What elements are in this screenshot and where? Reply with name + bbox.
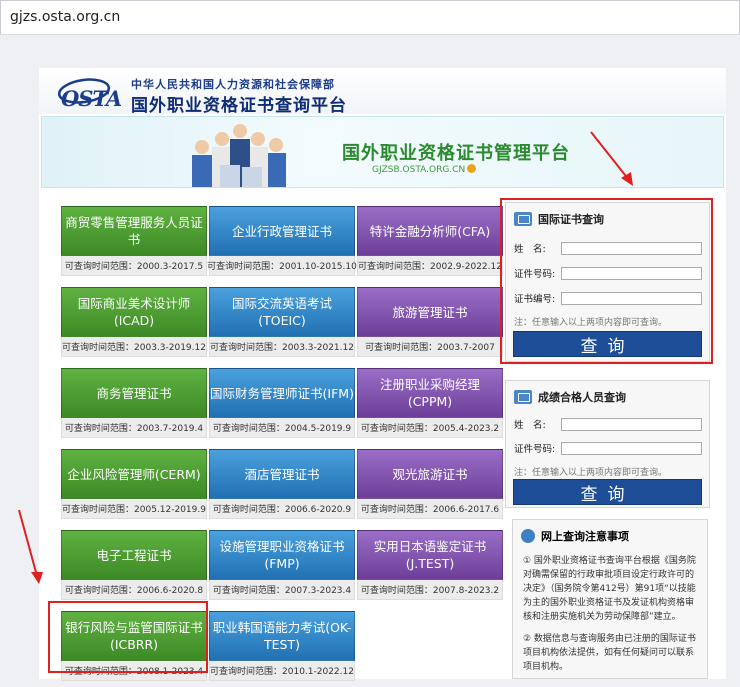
- notice-paragraph-2: ② 数据信息与查询服务由已注册的国际证书项目机构依法提供，如有任何疑问可以联系项…: [523, 634, 696, 672]
- score-name-label: 姓 名:: [514, 420, 546, 431]
- certificate-button[interactable]: 职业韩国语能力考试(OK-TEST): [209, 611, 355, 661]
- certificate-item: 商务管理证书 可查询时间范围：2003.7-2019.4: [61, 368, 207, 444]
- certificate-item: 酒店管理证书 可查询时间范围：2006.6-2020.9: [209, 449, 355, 525]
- red-arrow-icon: [590, 131, 633, 186]
- certificate-item: 国际商业美术设计师(ICAD) 可查询时间范围：2003.3-2019.12: [61, 287, 207, 363]
- certificate-item: 注册职业采购经理(CPPM) 可查询时间范围：2005.4-2023.2: [357, 368, 503, 444]
- certificate-button[interactable]: 企业风险管理师(CERM): [61, 449, 207, 499]
- certificate-button[interactable]: 实用日本语鉴定证书(J.TEST): [357, 530, 503, 580]
- people-photo-icon: [192, 124, 286, 187]
- certificate-item: 特许金融分析师(CFA) 可查询时间范围：2002.9-2022.12: [357, 206, 503, 282]
- certificate-item: 实用日本语鉴定证书(J.TEST) 可查询时间范围：2007.8-2023.2: [357, 530, 503, 606]
- certificate-button[interactable]: 特许金融分析师(CFA): [357, 206, 503, 256]
- banner-title: 国外职业资格证书管理平台: [342, 143, 570, 164]
- certificate-item: 电子工程证书 可查询时间范围：2006.6-2020.8: [61, 530, 207, 606]
- query-range-text: 可查询时间范围：2003.7-2007: [357, 337, 503, 357]
- certificate-item: 国际财务管理师证书(IFM) 可查询时间范围：2004.5-2019.9: [209, 368, 355, 444]
- certificate-item: 观光旅游证书 可查询时间范围：2006.6-2017.6: [357, 449, 503, 525]
- certificate-item: 企业风险管理师(CERM) 可查询时间范围：2005.12-2019.9: [61, 449, 207, 525]
- query-range-text: 可查询时间范围：2005.12-2019.9: [61, 499, 207, 519]
- certificate-button[interactable]: 酒店管理证书: [209, 449, 355, 499]
- arrow-circle-icon: [467, 164, 477, 173]
- logo-text: OSTA: [61, 86, 122, 111]
- query-range-text: 可查询时间范围：2006.6-2020.8: [61, 580, 207, 600]
- score-id-input[interactable]: [561, 442, 702, 455]
- query-range-text: 可查询时间范围：2007.3-2023.4: [209, 580, 355, 600]
- query-range-text: 可查询时间范围：2005.4-2023.2: [357, 418, 503, 438]
- query-range-text: 可查询时间范围：2001.10-2015.10: [207, 256, 357, 276]
- url-text: gjzs.osta.org.cn: [10, 9, 121, 25]
- query-range-text: 可查询时间范围：2003.3-2019.12: [61, 337, 207, 357]
- query-range-text: 可查询时间范围：2007.8-2023.2: [357, 580, 503, 600]
- notice-title: 网上查询注意事项: [521, 528, 629, 544]
- certificate-item: 商贸零售管理服务人员证书 可查询时间范围：2000.3-2017.5: [61, 206, 207, 282]
- query-range-text: 可查询时间范围：2000.3-2017.5: [61, 256, 207, 276]
- highlight-box-cert-query: [500, 198, 713, 364]
- ministry-name: 中华人民共和国人力资源和社会保障部: [131, 78, 335, 91]
- certificate-button[interactable]: 旅游管理证书: [357, 287, 503, 337]
- page-title: 国外职业资格证书查询平台: [131, 96, 347, 116]
- certificate-button[interactable]: 观光旅游证书: [357, 449, 503, 499]
- page: OSTA 中华人民共和国人力资源和社会保障部 国外职业资格证书查询平台 国外职业…: [18, 68, 726, 681]
- query-range-text: 可查询时间范围：2003.7-2019.4: [61, 418, 207, 438]
- id-card-icon: [514, 390, 532, 404]
- certificate-button[interactable]: 注册职业采购经理(CPPM): [357, 368, 503, 418]
- address-bar[interactable]: gjzs.osta.org.cn: [0, 0, 740, 35]
- certificate-button[interactable]: 国际商业美术设计师(ICAD): [61, 287, 207, 337]
- score-query-panel: 成绩合格人员查询 姓 名: 证件号码: 注：任意输入以上两项内容即可查询。 查询: [505, 380, 710, 508]
- query-range-text: 可查询时间范围：2002.9-2022.12: [357, 256, 503, 276]
- notice-paragraph-1: ① 国外职业资格证书查询平台根据《国务院对确需保留的行政审批项目设定行政许可的决…: [523, 556, 696, 622]
- query-range-text: 可查询时间范围：2003.3-2021.12: [209, 337, 355, 357]
- query-range-text: 可查询时间范围：2006.6-2017.6: [357, 499, 503, 519]
- certificate-button[interactable]: 商贸零售管理服务人员证书: [61, 206, 207, 256]
- red-arrow-icon: [18, 509, 43, 584]
- info-icon: [521, 529, 535, 543]
- query-range-text: 可查询时间范围：2010.1-2022.12: [209, 661, 355, 681]
- query-range-text: 可查询时间范围：2006.6-2020.9: [209, 499, 355, 519]
- score-query-title: 成绩合格人员查询: [514, 389, 626, 405]
- certificate-item: 企业行政管理证书 可查询时间范围：2001.10-2015.10: [207, 206, 357, 282]
- certificate-button[interactable]: 国际交流英语考试(TOEIC): [209, 287, 355, 337]
- highlight-box-icbrr: [48, 601, 208, 673]
- certificate-button[interactable]: 企业行政管理证书: [209, 206, 355, 256]
- score-name-input[interactable]: [561, 418, 702, 431]
- score-query-note: 注：任意输入以上两项内容即可查询。: [514, 468, 668, 478]
- score-id-label: 证件号码:: [514, 444, 556, 455]
- certificate-item: 旅游管理证书 可查询时间范围：2003.7-2007: [357, 287, 503, 363]
- query-range-text: 可查询时间范围：2004.5-2019.9: [209, 418, 355, 438]
- certificate-item: 设施管理职业资格证书(FMP) 可查询时间范围：2007.3-2023.4: [209, 530, 355, 606]
- certificate-item: 职业韩国语能力考试(OK-TEST) 可查询时间范围：2010.1-2022.12: [209, 611, 355, 687]
- certificate-button[interactable]: 设施管理职业资格证书(FMP): [209, 530, 355, 580]
- site-header: OSTA 中华人民共和国人力资源和社会保障部 国外职业资格证书查询平台: [39, 68, 726, 116]
- certificate-button[interactable]: 电子工程证书: [61, 530, 207, 580]
- certificate-item: 国际交流英语考试(TOEIC) 可查询时间范围：2003.3-2021.12: [209, 287, 355, 363]
- notice-panel: 网上查询注意事项 ① 国外职业资格证书查询平台根据《国务院对确需保留的行政审批项…: [512, 519, 708, 679]
- banner-url: GJZSB.OSTA.ORG.CN: [372, 164, 477, 175]
- score-query-button[interactable]: 查询: [513, 479, 702, 505]
- certificate-button[interactable]: 商务管理证书: [61, 368, 207, 418]
- certificate-button[interactable]: 国际财务管理师证书(IFM): [209, 368, 355, 418]
